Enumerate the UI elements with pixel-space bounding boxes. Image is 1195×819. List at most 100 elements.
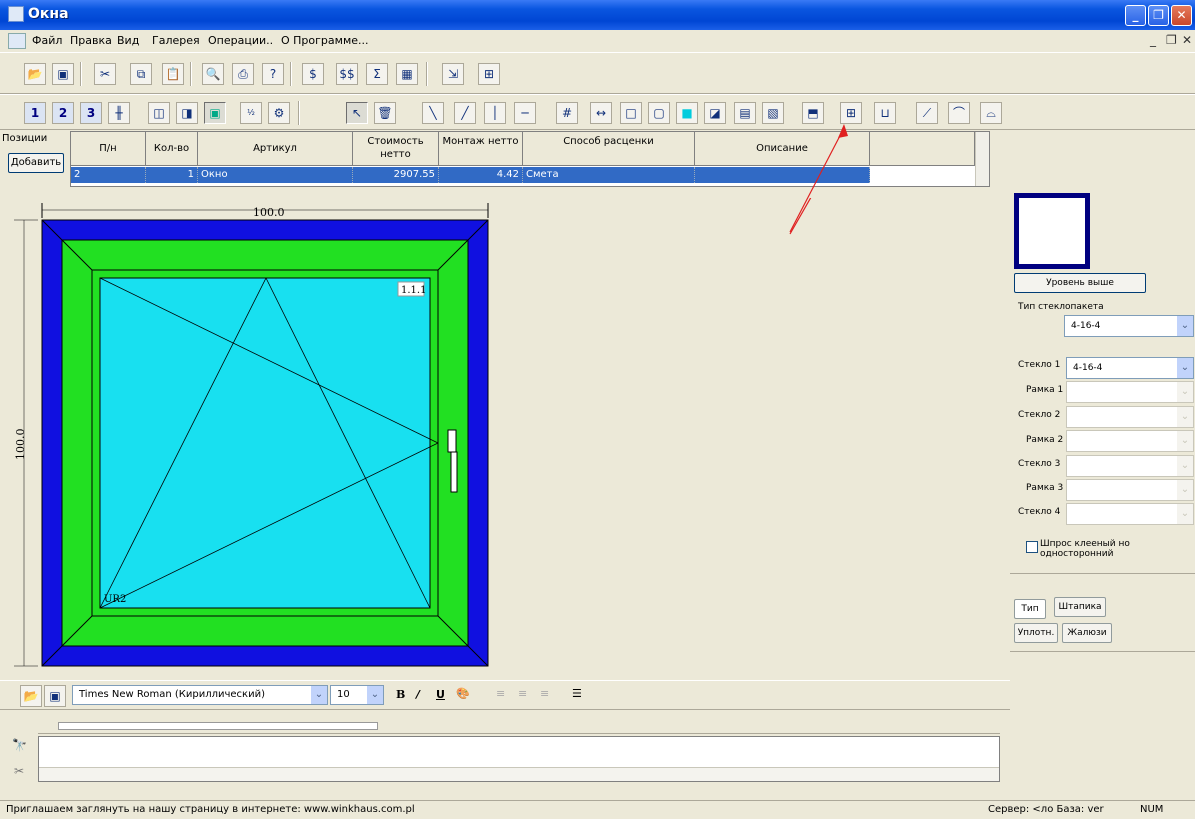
vertical-line-icon[interactable]: │ <box>484 102 506 124</box>
header-article[interactable]: Артикул <box>198 132 353 166</box>
horizontal-line-icon[interactable]: ─ <box>514 102 536 124</box>
maximize-button[interactable]: ❐ <box>1148 5 1169 26</box>
cut-icon[interactable]: ✂ <box>14 764 24 778</box>
glass-view-icon[interactable]: ▣ <box>204 102 226 124</box>
double-frame-icon[interactable]: ▢ <box>648 102 670 124</box>
level-2-button[interactable]: 2 <box>52 102 74 124</box>
glass-icon[interactable]: ■ <box>676 102 698 124</box>
diagonal-line-icon[interactable]: ╲ <box>422 102 444 124</box>
paste-icon[interactable]: 📋 <box>162 63 184 85</box>
open-icon[interactable]: 📂 <box>24 63 46 85</box>
tab-blinds[interactable]: Жалюзи <box>1062 623 1112 643</box>
chevron-down-icon[interactable]: ⌄ <box>311 686 327 704</box>
window-icon[interactable]: ⊞ <box>478 63 500 85</box>
diagonal-line-2-icon[interactable]: ╱ <box>454 102 476 124</box>
print-icon[interactable]: ⎙ <box>232 63 254 85</box>
window-drawing[interactable]: 100.0 100.0 1.1.1 UR2 <box>8 135 1008 670</box>
glass1-select[interactable]: 4-16-4 ⌄ <box>1066 357 1194 379</box>
header-cost[interactable]: Стоимость нетто <box>353 132 439 166</box>
money-icon[interactable]: $ <box>302 63 324 85</box>
save-icon[interactable]: ▣ <box>44 685 66 707</box>
save-icon[interactable]: ▣ <box>52 63 74 85</box>
cell-mount[interactable]: 4.42 <box>439 167 523 183</box>
bullets-icon[interactable]: ☰ <box>572 687 582 700</box>
cell-pricing[interactable]: Смета <box>523 167 695 183</box>
underline-icon[interactable]: U <box>436 688 445 701</box>
header-pn[interactable]: П/н <box>71 132 146 166</box>
chevron-down-icon[interactable]: ⌄ <box>1177 480 1193 500</box>
tab-type[interactable]: Тип <box>1014 599 1046 619</box>
level-up-button[interactable]: Уровень выше <box>1014 273 1146 293</box>
chevron-down-icon[interactable]: ⌄ <box>1177 456 1193 476</box>
mdi-restore-icon[interactable]: ❐ <box>1166 33 1177 47</box>
help-icon[interactable]: ? <box>262 63 284 85</box>
level-1-button[interactable]: 1 <box>24 102 46 124</box>
frame2-select[interactable]: ⌄ <box>1066 430 1194 452</box>
copy-icon[interactable]: ⧉ <box>130 63 152 85</box>
sum-icon[interactable]: Σ <box>366 63 388 85</box>
cell-cost[interactable]: 2907.55 <box>353 167 439 183</box>
shape-icon[interactable]: ⬒ <box>802 102 824 124</box>
cell-article[interactable]: Окно <box>198 167 353 183</box>
frame-view-icon[interactable]: ◫ <box>148 102 170 124</box>
scale-icon[interactable]: ½ <box>240 102 262 124</box>
handle-icon[interactable]: ⚙ <box>268 102 290 124</box>
angle-icon[interactable]: ⟋ <box>916 102 938 124</box>
header-description[interactable]: Описание <box>695 132 870 166</box>
cell-description[interactable] <box>695 167 870 183</box>
glass-pane[interactable] <box>99 277 431 609</box>
cut-icon[interactable]: ✂ <box>94 63 116 85</box>
glass4-select[interactable]: ⌄ <box>1066 503 1194 525</box>
threshold-icon[interactable]: ⊔ <box>874 102 896 124</box>
handle-lever[interactable] <box>450 451 458 493</box>
glass3-select[interactable]: ⌄ <box>1066 455 1194 477</box>
chevron-down-icon[interactable]: ⌄ <box>1177 316 1193 336</box>
editor-hscrollbar[interactable] <box>39 767 999 781</box>
divider-icon[interactable]: ╫ <box>108 102 130 124</box>
italic-icon[interactable]: / <box>416 688 420 701</box>
frame3-select[interactable]: ⌄ <box>1066 479 1194 501</box>
menu-file[interactable]: Файл <box>32 34 62 47</box>
find-icon[interactable]: 🔭 <box>12 738 27 752</box>
drawing-area[interactable]: 100.0 100.0 1.1.1 UR2 <box>8 135 1008 670</box>
tab-beading[interactable]: Штапика <box>1054 597 1106 617</box>
grid-icon[interactable]: # <box>556 102 578 124</box>
glazing-bars-icon[interactable]: ⊞ <box>840 102 862 124</box>
frame-icon[interactable]: □ <box>620 102 642 124</box>
level-3-button[interactable]: 3 <box>80 102 102 124</box>
chevron-down-icon[interactable]: ⌄ <box>1177 358 1193 378</box>
arch-icon[interactable]: ⌓ <box>980 102 1002 124</box>
menu-about[interactable]: О Программе... <box>281 34 369 47</box>
menu-view[interactable]: Вид <box>117 34 139 47</box>
minimize-button[interactable]: _ <box>1125 5 1146 26</box>
mdi-minimize-icon[interactable]: _ <box>1150 33 1156 47</box>
chevron-down-icon[interactable]: ⌄ <box>367 686 383 704</box>
export-icon[interactable]: ⇲ <box>442 63 464 85</box>
muntin-checkbox[interactable] <box>1026 541 1038 553</box>
color-icon[interactable]: 🎨 <box>456 687 470 700</box>
panel-icon[interactable]: ▤ <box>734 102 756 124</box>
table-icon[interactable]: ▦ <box>396 63 418 85</box>
header-pricing[interactable]: Способ расценки <box>523 132 695 166</box>
document-icon[interactable] <box>8 33 26 49</box>
menu-gallery[interactable]: Галерея <box>152 34 200 47</box>
split-icon[interactable]: ↔ <box>590 102 612 124</box>
chevron-down-icon[interactable]: ⌄ <box>1177 431 1193 451</box>
prices-icon[interactable]: $$ <box>336 63 358 85</box>
chevron-down-icon[interactable]: ⌄ <box>1177 407 1193 427</box>
chevron-down-icon[interactable]: ⌄ <box>1177 382 1193 402</box>
sash-view-icon[interactable]: ◨ <box>176 102 198 124</box>
chevron-down-icon[interactable]: ⌄ <box>1177 504 1193 524</box>
close-button[interactable]: ✕ <box>1171 5 1192 26</box>
open-icon[interactable]: 📂 <box>20 685 42 707</box>
preview-icon[interactable]: 🔍 <box>202 63 224 85</box>
header-qty[interactable]: Кол-во <box>146 132 198 166</box>
bold-icon[interactable]: B <box>396 688 405 701</box>
muntin-icon[interactable]: ▧ <box>762 102 784 124</box>
delete-icon[interactable]: 🗑 <box>374 102 396 124</box>
tab-seal[interactable]: Уплотн. <box>1014 623 1058 643</box>
frame1-select[interactable]: ⌄ <box>1066 381 1194 403</box>
glass-unit-type-select[interactable]: 4-16-4 ⌄ <box>1064 315 1194 337</box>
header-mount[interactable]: Монтаж нетто <box>439 132 523 166</box>
font-select[interactable]: Times New Roman (Кириллический) ⌄ <box>72 685 328 705</box>
